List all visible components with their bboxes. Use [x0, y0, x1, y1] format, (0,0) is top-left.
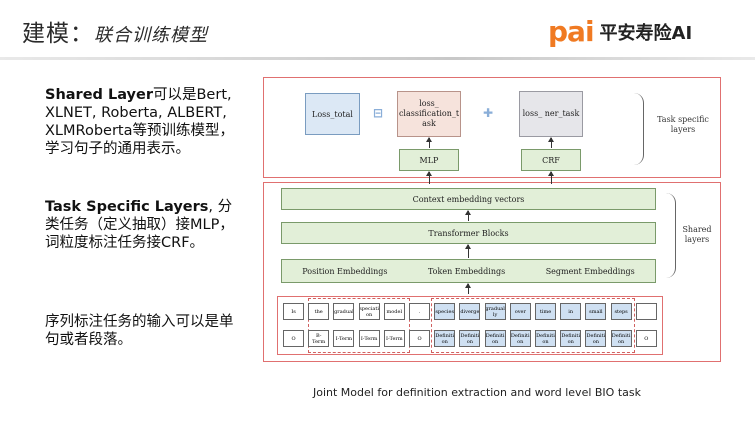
- token-cell: time: [535, 303, 556, 320]
- token-cell: the: [308, 303, 330, 320]
- model-diagram: Loss_total ⊟ loss_ classification_t ask …: [263, 77, 721, 362]
- paragraph-input-note: 序列标注任务的输入可以是单句或者段落。: [45, 313, 245, 349]
- label-cell: Definiti on: [459, 330, 481, 347]
- crf-node: CRF: [521, 149, 581, 171]
- transformer-blocks-node: Transformer Blocks: [281, 222, 656, 244]
- task-brace: [631, 93, 644, 165]
- label-cell: B- Term: [308, 330, 330, 347]
- input-note-text: 序列标注任务的输入可以是单句或者段落。: [45, 314, 234, 348]
- label-cell: I-Term: [333, 330, 355, 347]
- loss-classification-node: loss_ classification_t ask: [397, 91, 461, 137]
- task-specific-label: Task specific layers: [657, 115, 709, 134]
- shared-brace: [663, 193, 676, 278]
- arrow-up-icon: [465, 210, 471, 221]
- plus-icon: ✚: [483, 106, 494, 120]
- label-cell: O: [409, 330, 430, 347]
- context-embedding-node: Context embedding vectors: [281, 188, 656, 210]
- title-divider: [0, 57, 755, 60]
- token-cell: small: [585, 303, 607, 320]
- segment-embeddings-label: Segment Embeddings: [545, 266, 635, 276]
- token-cell: [635, 303, 657, 320]
- company-logo: pai 平安寿险AI: [548, 18, 692, 46]
- label-cell: Definiti on: [560, 330, 582, 347]
- label-cell: Definiti on: [434, 330, 456, 347]
- token-cell: in: [560, 303, 582, 320]
- token-cell: diverge: [459, 303, 481, 320]
- arrow-up-icon: [548, 171, 554, 184]
- embeddings-node: Position Embeddings Token Embeddings Seg…: [281, 259, 656, 283]
- paragraph-task-layers: Task Specific Layers, 分类任务（定义抽取）接MLP，词粒度…: [45, 198, 245, 252]
- token-cell: Is: [283, 303, 304, 320]
- title-subtitle: 联合训练模型: [94, 25, 208, 46]
- label-cell: Definiti on: [610, 330, 632, 347]
- token-cell: .: [409, 303, 430, 320]
- arrow-up-icon: [465, 283, 471, 294]
- arrow-up-icon: [548, 137, 554, 148]
- loss-total-node: Loss_total: [305, 93, 360, 135]
- token-cell: species: [434, 303, 456, 320]
- token-cell: gradual: [333, 303, 355, 320]
- token-cell: model: [383, 303, 405, 320]
- logo-name: 平安寿险AI: [599, 23, 693, 44]
- token-embeddings-label: Token Embeddings: [427, 266, 506, 276]
- shared-layer-term: Shared Layer: [45, 87, 153, 103]
- label-cell: O: [283, 330, 304, 347]
- paragraph-shared-layer: Shared Layer可以是Bert, XLNET, Roberta, ALB…: [45, 86, 245, 158]
- slide-title: 建模：联合训练模型: [22, 14, 208, 48]
- arrow-up-icon: [465, 244, 471, 258]
- task-layers-term: Task Specific Layers: [45, 199, 209, 215]
- figure-caption: Joint Model for definition extraction an…: [313, 386, 641, 399]
- logo-mark: pai: [548, 15, 595, 48]
- equals-icon: ⊟: [373, 106, 384, 120]
- position-embeddings-label: Position Embeddings: [302, 266, 388, 276]
- label-cell: Definiti on: [535, 330, 556, 347]
- label-cell: Definiti on: [509, 330, 531, 347]
- token-cell: over: [509, 303, 531, 320]
- label-cell: O: [635, 330, 657, 347]
- arrow-up-icon: [426, 137, 432, 148]
- arrow-up-icon: [426, 171, 432, 184]
- label-cell: Definiti on: [585, 330, 607, 347]
- label-cell: Definiti on: [484, 330, 506, 347]
- token-cell: steps: [610, 303, 632, 320]
- token-cell: speciati on: [358, 303, 380, 320]
- title-main: 建模：: [22, 21, 94, 47]
- shared-layers-label: Shared layers: [682, 225, 712, 244]
- loss-ner-node: loss_ ner_task: [519, 91, 583, 137]
- label-cell: I-Term: [383, 330, 405, 347]
- label-cell: I-Term: [358, 330, 380, 347]
- mlp-node: MLP: [399, 149, 459, 171]
- token-cell: gradual ly: [484, 303, 506, 320]
